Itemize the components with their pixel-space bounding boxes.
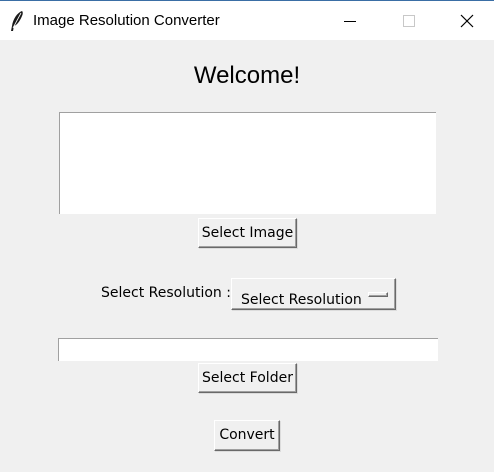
window-title: Image Resolution Converter (33, 12, 220, 29)
close-icon (460, 14, 474, 28)
minimize-button[interactable] (321, 1, 379, 40)
resolution-dropdown[interactable]: Select Resolution (231, 278, 396, 310)
folder-path-input[interactable] (58, 338, 438, 361)
maximize-icon (403, 15, 415, 27)
minimize-icon (344, 21, 356, 22)
select-image-button[interactable]: Select Image (198, 218, 297, 248)
app-window: Image Resolution Converter Welcome! Sele… (0, 0, 494, 472)
resolution-dropdown-value: Select Resolution (241, 292, 362, 308)
title-bar[interactable]: Image Resolution Converter (0, 0, 494, 40)
feather-icon (11, 11, 23, 31)
resolution-label: Select Resolution : (101, 285, 231, 301)
maximize-button[interactable] (379, 1, 437, 40)
close-button[interactable] (437, 1, 494, 40)
welcome-heading: Welcome! (193, 62, 301, 89)
dropdown-indicator-icon (368, 292, 388, 297)
image-preview-area (59, 112, 436, 214)
select-folder-button[interactable]: Select Folder (198, 363, 297, 393)
convert-button[interactable]: Convert (214, 420, 280, 451)
